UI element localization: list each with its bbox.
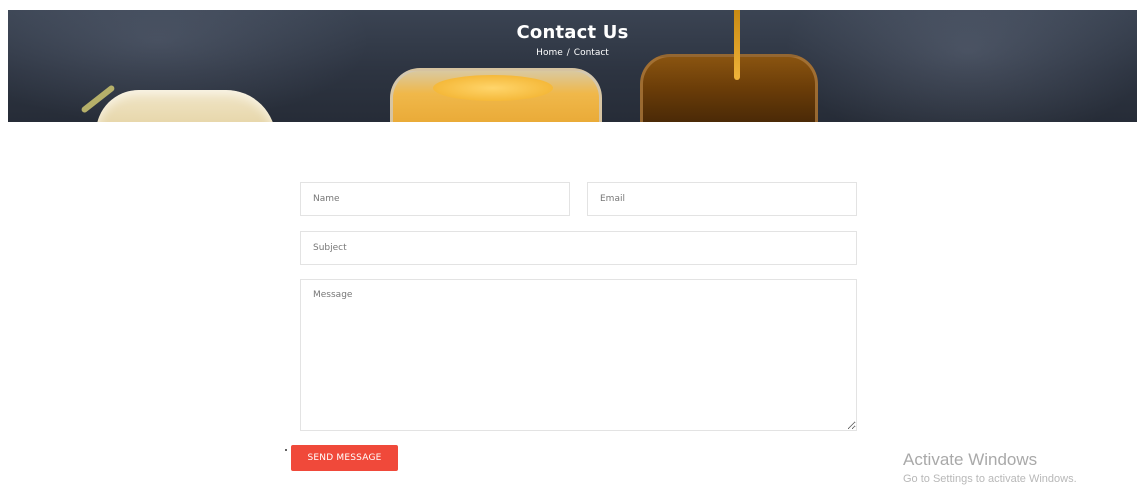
page-title: Contact Us	[516, 22, 629, 43]
subject-field[interactable]	[300, 231, 857, 265]
honey-jar-right-illustration	[640, 54, 818, 122]
honeycomb-illustration	[96, 90, 276, 122]
honey-drip-illustration	[734, 10, 740, 80]
activate-windows-subtitle: Go to Settings to activate Windows.	[903, 473, 1077, 485]
send-message-button[interactable]: SEND MESSAGE	[291, 445, 398, 471]
breadcrumb-separator: /	[566, 48, 570, 58]
breadcrumb: Home / Contact	[8, 48, 1137, 58]
name-field[interactable]	[300, 182, 570, 216]
bullet-dot	[285, 449, 287, 451]
page-hero-banner: Contact Us Home / Contact	[8, 10, 1137, 122]
message-textarea[interactable]	[300, 279, 857, 431]
honey-jar-left-illustration	[390, 68, 602, 122]
email-field[interactable]	[587, 182, 857, 216]
breadcrumb-home-link[interactable]: Home	[536, 48, 563, 58]
activate-windows-title: Activate Windows	[903, 450, 1038, 469]
breadcrumb-current: Contact	[573, 48, 609, 58]
